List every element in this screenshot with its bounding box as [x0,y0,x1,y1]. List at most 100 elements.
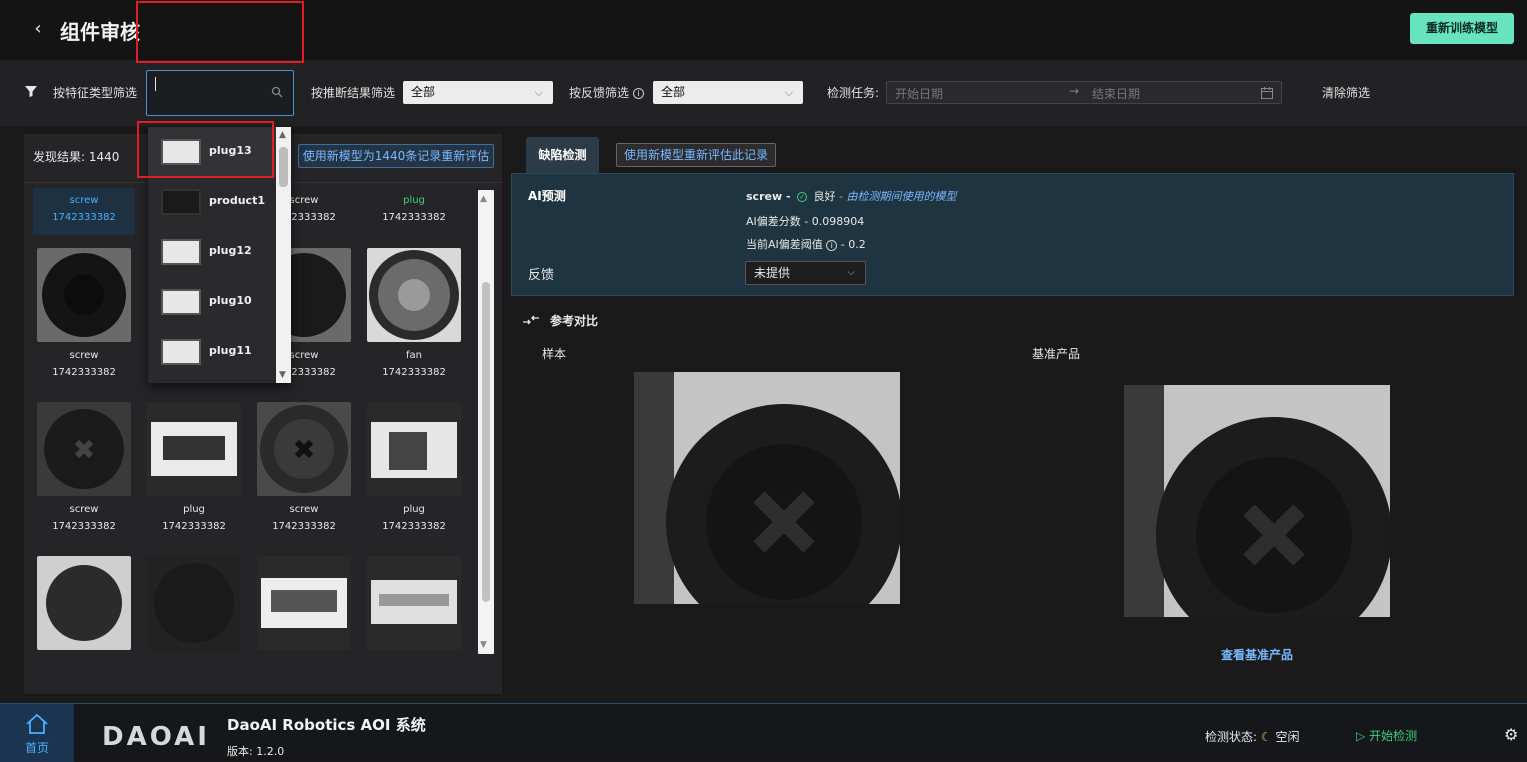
result-item[interactable]: screw 1742333382 [253,402,355,532]
item-name: fan [406,350,422,361]
inference-filter-label: 按推断结果筛选 [311,86,396,100]
gear-icon[interactable]: ⚙ [1504,725,1518,744]
result-item[interactable]: screw 1742333382 [33,195,135,223]
play-icon: ▷ [1356,729,1366,743]
prediction-class: screw - [746,190,791,203]
item-stamp: 1742333382 [52,367,116,378]
result-item[interactable]: plug 1742333382 [363,402,465,532]
page-title: 组件审核 [60,20,140,44]
tab-defect-detection[interactable]: 缺陷检测 [526,137,599,173]
chevron-down-icon: ⌵ [847,267,855,278]
result-item[interactable] [363,556,465,650]
result-item[interactable] [33,556,135,650]
version-label: 版本: 1.2.0 [227,745,285,758]
scroll-up-icon[interactable]: ▲ [279,130,286,140]
reference-compare-title: 参考对比 [550,314,599,328]
daoai-logo: DAOAI [102,722,210,752]
option-label: plug10 [209,294,252,307]
result-item[interactable]: screw 1742333382 [33,402,135,532]
back-icon[interactable]: ‹ [28,18,48,40]
home-tab[interactable]: 首页 [0,704,74,762]
dropdown-option[interactable]: plug12 [148,227,276,277]
plug-thumbnail [161,339,201,365]
end-date-input[interactable]: 结束日期 [1092,85,1140,102]
scrollbar-thumb[interactable] [279,147,288,187]
result-item[interactable] [143,556,245,650]
arrow-right-icon: → [1069,84,1080,98]
scroll-down-icon[interactable]: ▼ [480,640,487,650]
item-stamp: 1742333382 [382,212,446,223]
view-base-product-link[interactable]: 查看基准产品 [1221,646,1293,663]
deviation-threshold: 当前AI偏差阈值 i - 0.2 [746,236,866,252]
scroll-up-icon[interactable]: ▲ [480,194,487,204]
result-item[interactable]: screw 1742333382 [33,248,135,378]
date-range-picker[interactable]: 开始日期 → 结束日期 [886,81,1282,104]
reevaluate-all-button[interactable]: 使用新模型为1440条记录重新评估 [298,144,494,168]
dropdown-option[interactable]: plug11 [148,327,276,377]
result-item[interactable] [253,556,355,650]
feedback-value: 未提供 [754,266,791,280]
option-label: plug11 [209,344,252,357]
start-date-input[interactable]: 开始日期 [895,85,943,102]
compare-icon [523,315,539,325]
calendar-icon [1261,87,1273,99]
result-item[interactable]: plug 1742333382 [363,195,465,223]
plug-thumbnail [161,289,201,315]
home-icon [26,713,48,734]
status-value: 空闲 [1275,730,1300,744]
result-item[interactable]: plug 1742333382 [143,402,245,532]
chevron-down-icon: ⌵ [784,86,793,99]
clear-filters-button[interactable]: 清除筛选 [1322,84,1370,101]
reevaluate-record-button[interactable]: 使用新模型重新评估此记录 [616,143,776,167]
system-name: DaoAI Robotics AOI 系统 [227,716,426,734]
item-name: screw [69,195,99,206]
item-name: screw [289,504,319,515]
item-stamp: 1742333382 [52,212,116,223]
start-detection-label: 开始检测 [1369,729,1418,743]
feature-type-search-input[interactable] [146,70,294,116]
result-item[interactable]: fan 1742333382 [363,248,465,378]
idle-moon-icon: ☾ [1260,730,1272,744]
inference-filter-value: 全部 [411,85,436,99]
retrain-model-button[interactable]: 重新训练模型 [1410,13,1514,44]
item-thumbnail [37,556,131,650]
item-stamp: 1742333382 [162,521,226,532]
highlight-box [137,121,274,178]
scrollbar-thumb[interactable] [482,282,490,602]
feedback-filter-label: 按反馈筛选 i [569,84,644,101]
item-thumbnail [37,402,131,496]
item-thumbnail [367,556,461,650]
results-count: 发现结果: 1440 [33,150,120,164]
feedback-label: 反馈 [528,268,555,283]
feedback-filter-select[interactable]: 全部 ⌵ [653,81,803,104]
filter-icon [25,86,37,97]
dropdown-option[interactable]: plug10 [148,277,276,327]
dropdown-option[interactable]: product1 [148,177,276,227]
base-product-image [1124,385,1390,617]
prediction-model: - 由检测期间使用的模型 [839,190,957,203]
item-stamp: 1742333382 [382,367,446,378]
base-product-label: 基准产品 [1032,347,1081,361]
home-label: 首页 [24,741,49,755]
inference-filter-select[interactable]: 全部 ⌵ [403,81,553,104]
prediction-line: screw - ✓ 良好 - 由检测期间使用的模型 [746,188,956,204]
feedback-select[interactable]: 未提供 ⌵ [745,261,866,285]
item-thumbnail [37,248,131,342]
option-label: product1 [209,194,265,207]
start-detection-button[interactable]: ▷ 开始检测 [1356,727,1417,744]
option-label: plug12 [209,244,252,257]
item-thumbnail [367,248,461,342]
scroll-down-icon[interactable]: ▼ [279,370,286,380]
filter-bar: 按特征类型筛选 按推断结果筛选 全部 ⌵ 按反馈筛选 i 全部 ⌵ 检测任务: … [0,60,1527,126]
footer: 首页 DAOAI DaoAI Robotics AOI 系统 版本: 1.2.0… [0,703,1527,762]
results-scrollbar[interactable]: ▲ ▼ [478,190,494,654]
sample-label: 样本 [542,347,567,361]
item-stamp: 1742333382 [382,521,446,532]
item-stamp: 1742333382 [272,521,336,532]
ai-prediction-panel: AI预测 screw - ✓ 良好 - 由检测期间使用的模型 AI偏差分数 - … [511,173,1514,296]
check-circle-icon: ✓ [797,192,808,202]
feature-type-filter-label: 按特征类型筛选 [53,86,138,100]
plug-thumbnail [161,239,201,265]
dropdown-scrollbar[interactable]: ▲ ▼ [276,127,291,383]
item-name: screw [69,504,99,515]
